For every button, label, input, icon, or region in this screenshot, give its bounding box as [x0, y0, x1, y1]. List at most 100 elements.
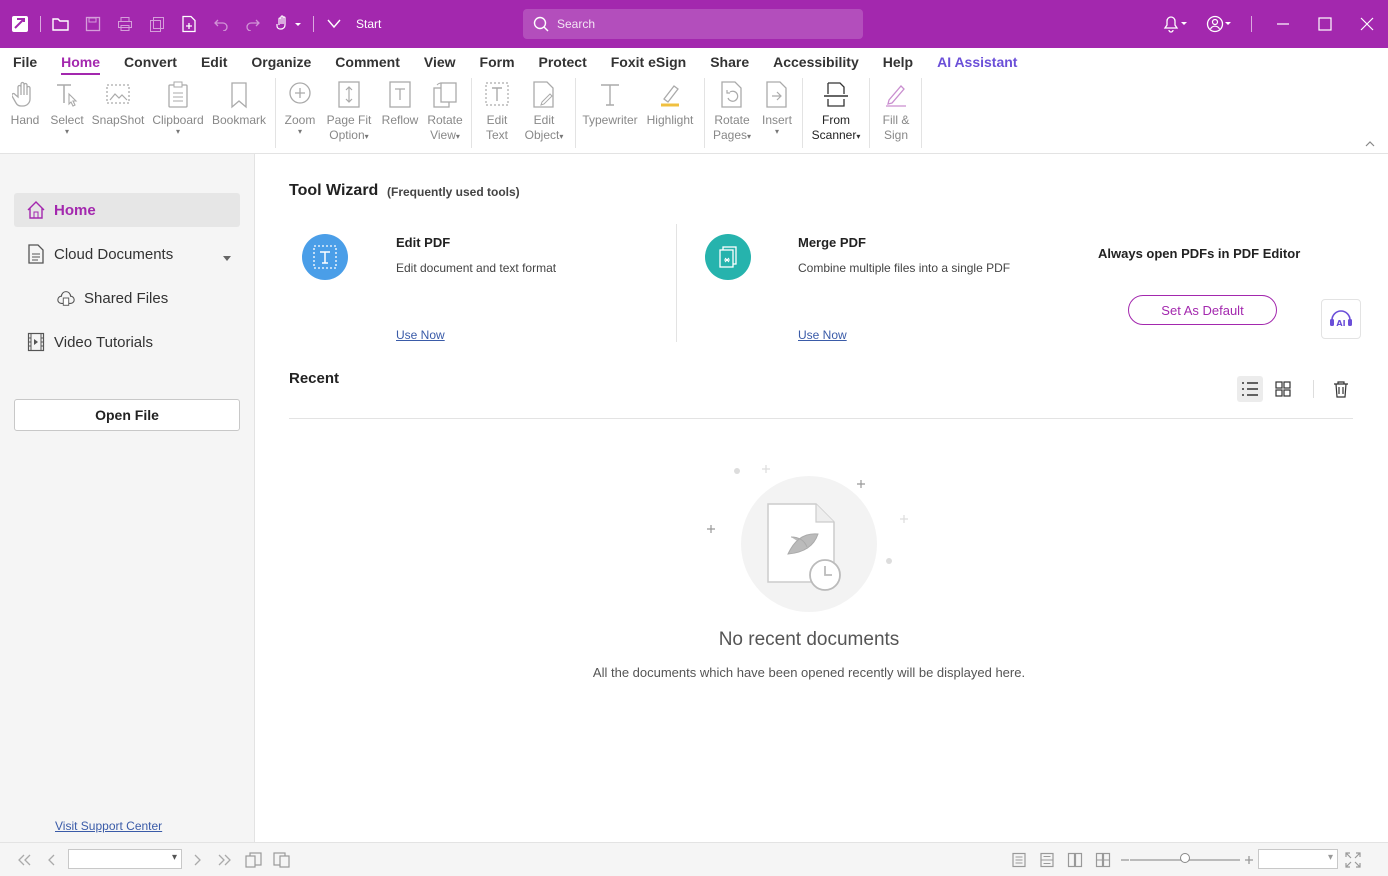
sidebar-item-shared-files[interactable]: Shared Files — [14, 281, 240, 315]
continuous-facing-view-icon[interactable] — [1094, 851, 1112, 869]
select-dropdown-caret[interactable]: ▾ — [65, 128, 69, 136]
zoom-button[interactable]: Zoom ▾ — [284, 80, 316, 136]
menu-file[interactable]: File — [13, 50, 37, 74]
previous-view-icon[interactable] — [245, 851, 263, 869]
hand-tool-dropdown[interactable] — [269, 8, 309, 40]
sidebar-item-label: Cloud Documents — [54, 245, 174, 263]
trash-icon — [1334, 381, 1348, 398]
edit-text-button[interactable]: Edit Text — [480, 80, 514, 143]
minimize-button[interactable] — [1262, 0, 1304, 48]
hand-tool-button[interactable]: Hand — [10, 80, 40, 128]
visit-support-center-link[interactable]: Visit Support Center — [55, 819, 162, 833]
zoom-level-select[interactable] — [1258, 849, 1338, 869]
ribbon-separator — [575, 78, 576, 148]
sidebar-item-video-tutorials[interactable]: Video Tutorials — [14, 325, 240, 359]
edit-pdf-use-now-link[interactable]: Use Now — [396, 328, 445, 342]
rotate-view-button[interactable]: Rotate View▾ — [426, 80, 464, 143]
print-icon[interactable] — [109, 8, 141, 40]
menu-convert[interactable]: Convert — [124, 50, 177, 74]
open-folder-icon[interactable] — [45, 8, 77, 40]
merge-pdf-use-now-link[interactable]: Use Now — [798, 328, 847, 342]
edit-pdf-icon[interactable] — [302, 234, 348, 280]
menu-foxit-esign[interactable]: Foxit eSign — [611, 50, 686, 74]
next-view-icon[interactable] — [273, 851, 291, 869]
foxit-logo-icon[interactable] — [4, 8, 36, 40]
menu-edit[interactable]: Edit — [201, 50, 227, 74]
page-fit-option-button[interactable]: Page Fit Option▾ — [325, 80, 373, 143]
clipboard-dropdown-caret[interactable]: ▾ — [176, 128, 180, 136]
next-page-icon[interactable] — [188, 851, 206, 869]
last-page-icon[interactable] — [216, 851, 234, 869]
copy-icon[interactable] — [141, 8, 173, 40]
redo-icon[interactable] — [237, 8, 269, 40]
rotate-pages-button[interactable]: Rotate Pages▾ — [711, 80, 753, 143]
grid-view-button[interactable] — [1270, 376, 1296, 402]
rotate-pages-label: Rotate Pages▾ — [712, 113, 752, 142]
single-page-view-icon[interactable] — [1010, 851, 1028, 869]
customize-dropdown-icon[interactable] — [318, 8, 350, 40]
menu-organize[interactable]: Organize — [251, 50, 311, 74]
start-label[interactable]: Start — [356, 17, 381, 31]
typewriter-button[interactable]: Typewriter — [582, 80, 638, 128]
open-file-button[interactable]: Open File — [14, 399, 240, 431]
collapse-ribbon-icon[interactable] — [1364, 136, 1378, 150]
bookmark-button[interactable]: Bookmark — [212, 80, 266, 128]
menu-home[interactable]: Home — [61, 50, 100, 75]
tool-wizard-subtitle: (Frequently used tools) — [387, 185, 520, 199]
ribbon-separator — [802, 78, 803, 148]
from-scanner-button[interactable]: From Scanner▾ — [810, 80, 862, 143]
menu-ai-assistant[interactable]: AI Assistant — [937, 50, 1017, 74]
list-view-button[interactable] — [1237, 376, 1263, 402]
zoom-slider-thumb[interactable] — [1180, 853, 1190, 863]
search-box[interactable] — [523, 9, 863, 39]
search-input[interactable] — [557, 17, 847, 31]
continuous-view-icon[interactable] — [1038, 851, 1056, 869]
tool-wizard-title: Tool Wizard — [289, 182, 379, 199]
sidebar-item-cloud-documents[interactable]: Cloud Documents — [14, 237, 240, 271]
select-tool-button[interactable]: Select ▾ — [50, 80, 84, 136]
zoom-in-icon[interactable] — [1240, 851, 1258, 869]
clipboard-button[interactable]: Clipboard ▾ — [152, 80, 204, 136]
reflow-icon — [389, 81, 411, 108]
menu-help[interactable]: Help — [883, 50, 913, 74]
fill-sign-button[interactable]: Fill & Sign — [877, 80, 915, 143]
menu-accessibility[interactable]: Accessibility — [773, 50, 859, 74]
sidebar-item-home[interactable]: Home — [14, 193, 240, 227]
ribbon-toolbar: Hand Select ▾ SnapShot Clipboard ▾ Bookm… — [0, 76, 1388, 154]
undo-icon[interactable] — [205, 8, 237, 40]
page-number-select[interactable] — [68, 849, 182, 869]
ribbon-separator — [869, 78, 870, 148]
reflow-button[interactable]: Reflow — [381, 80, 419, 128]
title-separator — [40, 16, 41, 32]
snapshot-button[interactable]: SnapShot — [92, 80, 144, 128]
edit-object-button[interactable]: Edit Object▾ — [520, 80, 568, 143]
notification-bell-icon[interactable] — [1153, 8, 1197, 40]
zoom-dropdown-caret[interactable]: ▾ — [298, 128, 302, 136]
menu-share[interactable]: Share — [710, 50, 749, 74]
ribbon-separator — [471, 78, 472, 148]
ribbon-separator — [704, 78, 705, 148]
menu-protect[interactable]: Protect — [539, 50, 587, 74]
set-as-default-button[interactable]: Set As Default — [1128, 295, 1277, 325]
save-icon[interactable] — [77, 8, 109, 40]
insert-label: Insert — [761, 113, 792, 127]
menu-form[interactable]: Form — [480, 50, 515, 74]
first-page-icon[interactable] — [15, 851, 33, 869]
facing-view-icon[interactable] — [1066, 851, 1084, 869]
merge-pdf-title: Merge PDF — [798, 235, 866, 250]
close-window-button[interactable] — [1346, 0, 1388, 48]
previous-page-icon[interactable] — [43, 851, 61, 869]
account-icon[interactable] — [1197, 8, 1241, 40]
menu-comment[interactable]: Comment — [335, 50, 400, 74]
clear-recent-button[interactable] — [1328, 376, 1354, 402]
merge-pdf-icon[interactable] — [705, 234, 751, 280]
menu-view[interactable]: View — [424, 50, 456, 74]
ai-assistant-float-button[interactable]: AI — [1321, 299, 1361, 339]
insert-dropdown-caret[interactable]: ▾ — [775, 128, 779, 136]
full-screen-icon[interactable] — [1344, 851, 1362, 869]
maximize-button[interactable] — [1304, 0, 1346, 48]
insert-button[interactable]: Insert ▾ — [760, 80, 794, 136]
new-document-icon[interactable] — [173, 8, 205, 40]
highlight-button[interactable]: Highlight — [643, 80, 697, 128]
expand-caret-icon[interactable] — [222, 250, 232, 267]
